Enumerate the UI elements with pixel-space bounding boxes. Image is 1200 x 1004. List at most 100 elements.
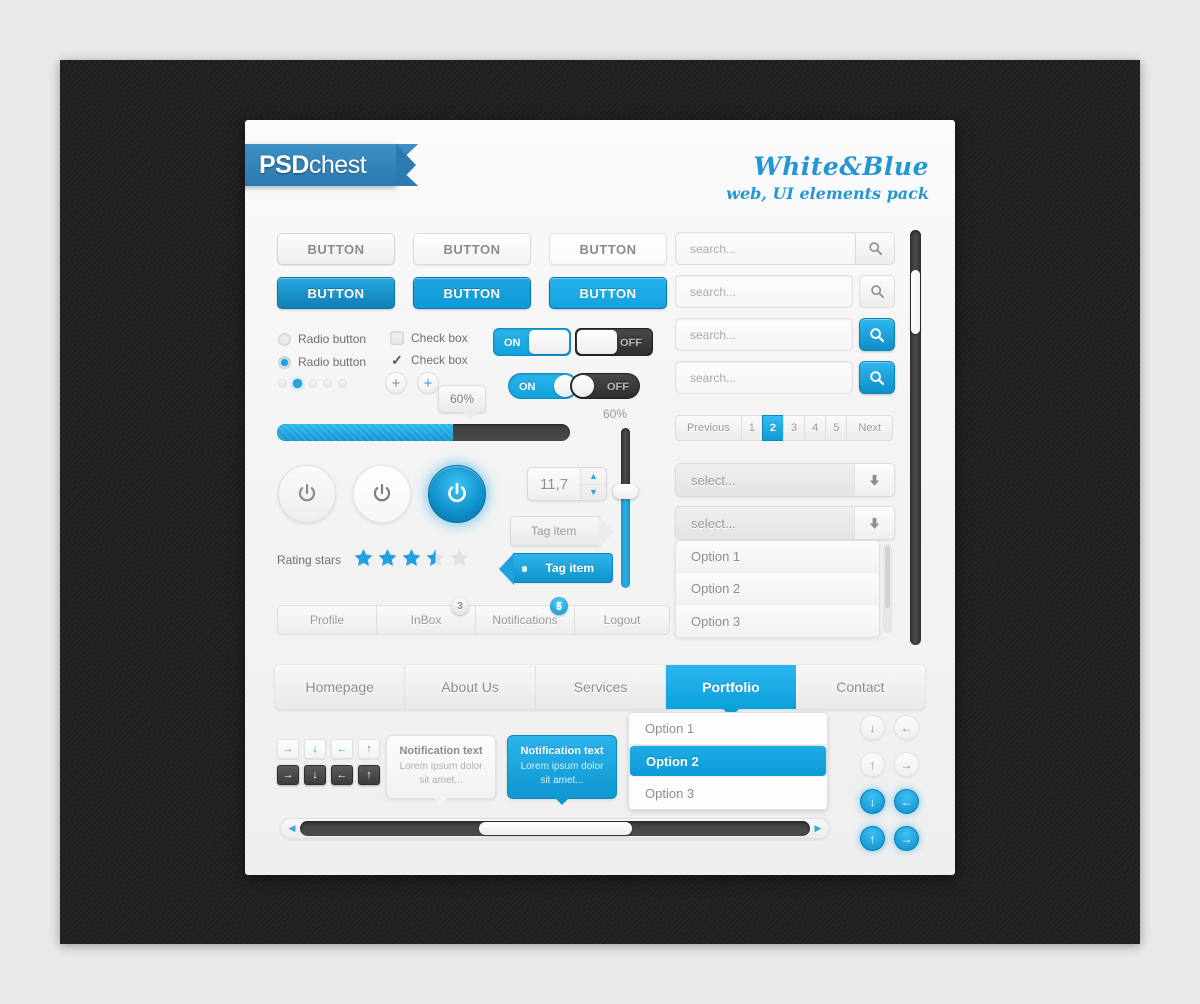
progress-bar[interactable] — [277, 424, 570, 441]
grey-button-1[interactable]: BUTTON — [277, 233, 395, 265]
star-icon-full[interactable] — [377, 548, 398, 568]
arrow-up-button-light[interactable]: ↑ — [358, 739, 380, 759]
search-field-1[interactable]: search... — [675, 232, 895, 265]
circle-arrow-up-grey[interactable]: ↑ — [860, 752, 885, 777]
vertical-slider[interactable] — [613, 428, 638, 588]
radio-row-2[interactable]: Radio button — [278, 355, 366, 369]
spinner-arrows[interactable]: ▲ ▼ — [580, 468, 606, 500]
spinner-up-icon[interactable]: ▲ — [581, 468, 606, 485]
star-icon-full[interactable] — [353, 548, 374, 568]
toggle-switch-on-square[interactable]: ON — [493, 328, 571, 356]
toggle-switch-off-pill[interactable]: OFF — [570, 373, 640, 399]
search-field-3[interactable]: search... — [675, 318, 895, 351]
number-spinner[interactable]: 11,7 ▲ ▼ — [527, 467, 607, 501]
panel-scroll-thumb[interactable] — [911, 270, 920, 334]
tab-notifications[interactable]: Notifications 5 — [475, 597, 574, 635]
pagination-previous[interactable]: Previous — [675, 415, 741, 441]
option-list-scroll-thumb[interactable] — [885, 546, 890, 608]
select-2[interactable]: select... — [675, 506, 895, 540]
arrow-up-button-dark[interactable]: ↑ — [358, 765, 380, 785]
grey-button-3[interactable]: BUTTON — [549, 233, 667, 265]
blue-button-1[interactable]: BUTTON — [277, 277, 395, 309]
panel-vertical-scrollbar[interactable] — [910, 230, 921, 645]
toggle-knob[interactable] — [529, 330, 569, 354]
search-button-2[interactable] — [859, 275, 895, 308]
select-arrow-1[interactable] — [854, 464, 894, 496]
power-button-active[interactable] — [428, 465, 486, 523]
arrow-left-button-light[interactable]: ← — [331, 739, 353, 759]
arrow-left-button-dark[interactable]: ← — [331, 765, 353, 785]
radio-icon-checked[interactable] — [278, 355, 291, 369]
pagination-next[interactable]: Next — [846, 415, 894, 441]
search-button-4[interactable] — [859, 361, 895, 394]
select-option-list[interactable]: Option 1 Option 2 Option 3 — [675, 540, 880, 638]
circle-arrow-down-grey[interactable]: ↓ — [860, 715, 885, 740]
toggle-knob[interactable] — [577, 330, 617, 354]
pagination-page-4[interactable]: 4 — [804, 415, 826, 441]
checkbox-row-1[interactable]: Check box — [390, 331, 468, 345]
tag-item-blue[interactable]: Tag item — [499, 553, 613, 585]
pager-dot[interactable] — [278, 379, 287, 388]
dropdown-item-2-selected[interactable]: Option 2 — [629, 745, 827, 777]
select-option-1[interactable]: Option 1 — [676, 541, 879, 573]
circle-arrow-up-blue[interactable]: ↑ — [860, 826, 885, 851]
circle-arrow-left-blue[interactable]: ← — [894, 789, 919, 814]
tab-logout[interactable]: Logout — [574, 605, 670, 635]
grey-button-2[interactable]: BUTTON — [413, 233, 531, 265]
toggle-knob[interactable] — [572, 375, 594, 397]
tab-inbox[interactable]: InBox 3 — [376, 597, 475, 635]
horizontal-scroll-track[interactable] — [300, 821, 810, 836]
pager-dot[interactable] — [323, 379, 332, 388]
spinner-down-icon[interactable]: ▼ — [581, 485, 606, 501]
select-value-2[interactable]: select... — [676, 507, 854, 539]
toggle-switch-on-pill[interactable]: ON — [508, 373, 578, 399]
pager-dot-active[interactable] — [293, 379, 302, 388]
pager-dot[interactable] — [338, 379, 347, 388]
star-icon-half[interactable] — [425, 548, 446, 568]
plus-button-blue[interactable]: + — [417, 372, 439, 394]
select-option-2[interactable]: Option 2 — [676, 573, 879, 605]
search-field-4[interactable]: search... — [675, 361, 895, 394]
star-icon-full[interactable] — [401, 548, 422, 568]
dropdown-item-1[interactable]: Option 1 — [629, 713, 827, 745]
nav-item-portfolio-active[interactable]: Portfolio — [666, 665, 796, 717]
toggle-switch-off-square[interactable]: OFF — [575, 328, 653, 356]
blue-button-2[interactable]: BUTTON — [413, 277, 531, 309]
nav-item-services[interactable]: Services — [535, 665, 667, 709]
nav-item-about-us[interactable]: About Us — [405, 665, 536, 709]
nav-item-contact[interactable]: Contact — [795, 665, 926, 709]
horizontal-scroll-thumb[interactable] — [478, 822, 632, 835]
star-icon-empty[interactable] — [449, 548, 470, 568]
radio-icon-unchecked[interactable] — [278, 332, 291, 346]
plus-button-grey[interactable]: + — [385, 372, 407, 394]
search-input-3[interactable]: search... — [675, 318, 853, 351]
checkbox-icon-checked[interactable]: ✓ — [390, 353, 404, 367]
vertical-slider-handle[interactable] — [613, 484, 638, 499]
power-button-flat[interactable] — [278, 465, 336, 523]
scroll-right-arrow-icon[interactable]: ▶ — [810, 823, 826, 834]
circle-arrow-right-grey[interactable]: → — [894, 752, 919, 777]
pagination-page-3[interactable]: 3 — [783, 415, 805, 441]
checkbox-row-2[interactable]: ✓ Check box — [390, 353, 468, 367]
scroll-left-arrow-icon[interactable]: ◀ — [284, 823, 300, 834]
search-button-1[interactable] — [855, 232, 895, 265]
search-field-2[interactable]: search... — [675, 275, 895, 308]
dropdown-item-3[interactable]: Option 3 — [629, 777, 827, 809]
arrow-right-button-light[interactable]: → — [277, 739, 299, 759]
select-value-1[interactable]: select... — [676, 464, 854, 496]
pagination-page-1[interactable]: 1 — [740, 415, 762, 441]
horizontal-scrollbar[interactable]: ◀ ▶ — [280, 818, 830, 839]
tag-item-grey[interactable]: Tag item — [510, 516, 614, 548]
arrow-down-button-dark[interactable]: ↓ — [304, 765, 326, 785]
search-input-2[interactable]: search... — [675, 275, 853, 308]
circle-arrow-left-grey[interactable]: ← — [894, 715, 919, 740]
radio-row-1[interactable]: Radio button — [278, 332, 366, 346]
blue-button-3[interactable]: BUTTON — [549, 277, 667, 309]
rating-stars[interactable] — [353, 548, 470, 568]
circle-arrow-right-blue[interactable]: → — [894, 826, 919, 851]
option-list-scrollbar[interactable] — [883, 544, 892, 633]
search-input-1[interactable]: search... — [675, 232, 855, 265]
circle-arrow-down-blue[interactable]: ↓ — [860, 789, 885, 814]
tab-profile[interactable]: Profile — [277, 605, 376, 635]
search-input-4[interactable]: search... — [675, 361, 853, 394]
